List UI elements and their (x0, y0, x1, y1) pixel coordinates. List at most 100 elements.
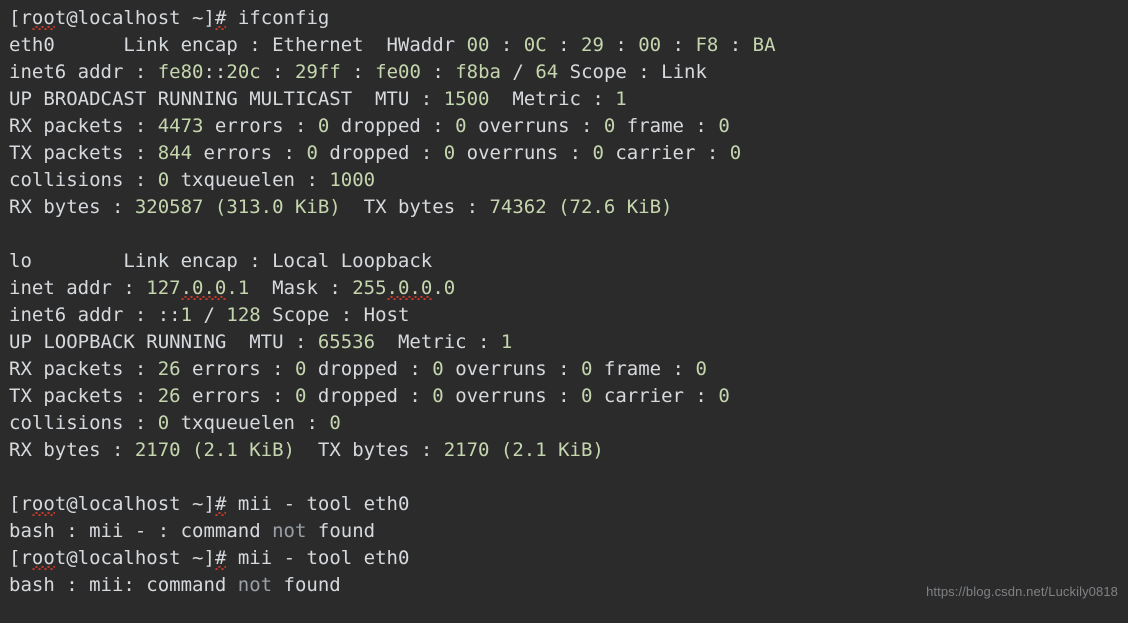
terminal-text: .1 (226, 277, 250, 299)
terminal-text: not (237, 574, 273, 596)
terminal-text: 29ff (295, 61, 341, 83)
terminal-line: TX packets : 844 errors : 0 dropped : 0 … (9, 140, 1128, 167)
terminal-text: 0 (729, 142, 742, 164)
terminal-text: dropped : (306, 358, 433, 380)
terminal-text: dropped : (306, 385, 433, 407)
terminal-line: collisions : 0 txqueuelen : 0 (9, 410, 1128, 437)
terminal-text: found (272, 574, 341, 596)
terminal-text: : (489, 34, 524, 56)
terminal-text: 26 (157, 358, 181, 380)
terminal-text: Metric : (375, 331, 501, 353)
terminal-text: dropped : (317, 142, 444, 164)
terminal-text: [r (9, 7, 32, 29)
terminal-text: : (260, 61, 296, 83)
terminal-text: 0 (581, 358, 593, 380)
terminal-text: RX bytes : (9, 196, 135, 218)
terminal-line: eth0 Link encap : Ethernet HWaddr 00 : 0… (9, 32, 1128, 59)
terminal-line: [root@localhost ~]# mii - tool eth0 (9, 545, 1128, 572)
terminal-line: RX packets : 26 errors : 0 dropped : 0 o… (9, 356, 1128, 383)
watermark-url: https://blog.csdn.net/Luckily0818 (926, 584, 1118, 599)
terminal-text: 74362 (72.6 KiB) (489, 196, 673, 218)
terminal-text: 844 (157, 142, 193, 164)
terminal-text: F8 (695, 34, 719, 56)
terminal-text: 1500 (443, 88, 490, 110)
terminal-text: :: (203, 61, 227, 83)
terminal-text: 127 (146, 277, 181, 299)
terminal-text: inet6 addr : (9, 61, 158, 83)
terminal-text: inet6 addr : :: (9, 304, 181, 326)
terminal-text: ifconfig (226, 7, 330, 29)
terminal-line: bash : mii - : command not found (9, 518, 1128, 545)
terminal-text: overruns : (443, 358, 582, 380)
terminal-line: collisions : 0 txqueuelen : 1000 (9, 167, 1128, 194)
terminal-line: TX packets : 26 errors : 0 dropped : 0 o… (9, 383, 1128, 410)
terminal-text: 0 (295, 358, 307, 380)
terminal-text: / (192, 304, 227, 326)
terminal-window[interactable]: [root@localhost ~]# ifconfig eth0 Link en… (0, 0, 1128, 623)
terminal-text: 0 (443, 142, 456, 164)
terminal-line: lo Link encap : Local Loopback (9, 248, 1128, 275)
terminal-text: 0 (306, 142, 318, 164)
terminal-text: : (603, 34, 639, 56)
terminal-text: 1 (615, 88, 627, 110)
terminal-text: not (272, 520, 307, 542)
terminal-text: .0 (432, 277, 456, 299)
terminal-text: UP BROADCAST RUNNING MULTICAST MTU : (9, 88, 444, 110)
terminal-text: 0 (329, 412, 341, 434)
terminal-line: UP LOOPBACK RUNNING MTU : 65536 Metric :… (9, 329, 1128, 356)
spellcheck-underlined-text: # (214, 7, 227, 29)
terminal-line: RX bytes : 2170 (2.1 KiB) TX bytes : 217… (9, 437, 1128, 464)
terminal-text: overruns : (455, 142, 593, 164)
terminal-text: 1000 (329, 169, 376, 191)
terminal-text: fe80 (157, 61, 204, 83)
terminal-text: 0 (718, 385, 730, 407)
terminal-text: 0 (581, 385, 593, 407)
terminal-text: 26 (157, 385, 181, 407)
terminal-text: 0 (295, 385, 307, 407)
terminal-line: inet6 addr : fe80::20c : 29ff : fe00 : f… (9, 59, 1128, 86)
terminal-text: : (340, 61, 376, 83)
terminal-text: Mask : (249, 277, 353, 299)
terminal-text: 64 (535, 61, 559, 83)
spellcheck-underlined-text: .0.0 (180, 277, 227, 299)
terminal-text: 00 (466, 34, 490, 56)
terminal-line: inet6 addr : ::1 / 128 Scope : Host (9, 302, 1128, 329)
spellcheck-underlined-text: oo (31, 493, 55, 515)
terminal-text: overruns : (443, 385, 582, 407)
terminal-text: RX bytes : (9, 439, 135, 461)
terminal-text: Scope : Host (260, 304, 410, 326)
terminal-text: 4473 (157, 115, 204, 137)
terminal-text: 2170 (2.1 KiB) (443, 439, 604, 461)
terminal-text: overruns : (466, 115, 604, 137)
terminal-text: TX bytes : (340, 196, 490, 218)
terminal-text: txqueuelen : (169, 169, 330, 191)
terminal-text: mii - tool eth0 (226, 547, 410, 569)
terminal-text: [r (9, 547, 32, 569)
terminal-line: [root@localhost ~]# mii - tool eth0 (9, 491, 1128, 518)
terminal-text: found (306, 520, 376, 542)
terminal-text: 29 (581, 34, 604, 56)
terminal-text: 0 (718, 115, 730, 137)
terminal-text: t@localhost ~] (54, 7, 215, 29)
terminal-text: 0 (695, 358, 707, 380)
terminal-text: TX packets : (9, 142, 158, 164)
terminal-text: 1 (500, 331, 513, 353)
terminal-text: TX bytes : (295, 439, 444, 461)
terminal-text: fe00 (375, 61, 421, 83)
terminal-text: 65536 (317, 331, 376, 353)
terminal-text: t@localhost ~] (54, 547, 215, 569)
terminal-text: collisions : (9, 412, 158, 434)
terminal-text: : (546, 34, 581, 56)
terminal-text: dropped : (329, 115, 456, 137)
terminal-line: RX bytes : 320587 (313.0 KiB) TX bytes :… (9, 194, 1128, 221)
terminal-text: lo Link encap : Local Loopback (9, 250, 433, 272)
terminal-line: inet addr : 127.0.0.1 Mask : 255.0.0.0 (9, 275, 1128, 302)
terminal-text: Metric : (489, 88, 616, 110)
spellcheck-underlined-text: oo (31, 7, 55, 29)
terminal-text: 0 (592, 142, 604, 164)
terminal-text: 0 (432, 358, 444, 380)
spellcheck-underlined-text: .0.0 (386, 277, 433, 299)
terminal-text: carrier : (603, 142, 730, 164)
